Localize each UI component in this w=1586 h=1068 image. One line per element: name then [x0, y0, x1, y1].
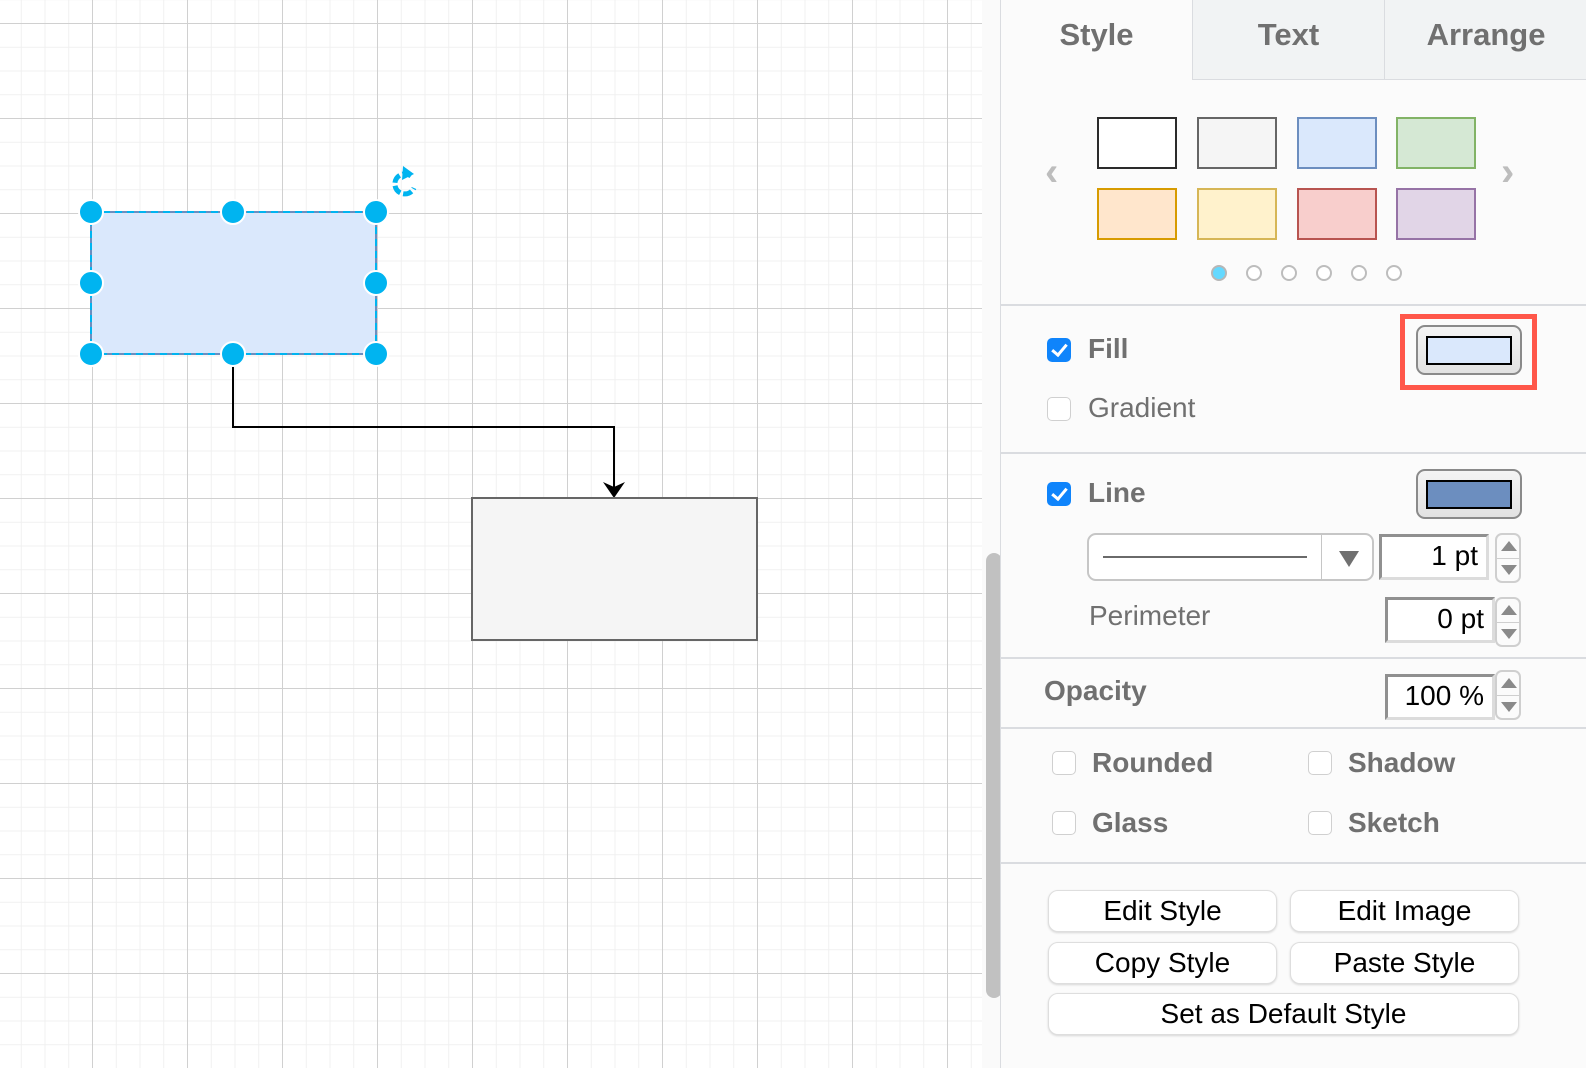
stepper-divider [1497, 622, 1519, 623]
line-width-input[interactable]: 1 pt [1379, 534, 1489, 580]
style-swatch[interactable] [1097, 188, 1177, 240]
stepper-down-icon[interactable] [1501, 565, 1517, 575]
select-separator [1321, 535, 1322, 581]
glass-label: Glass [1092, 807, 1169, 838]
swatch-page-dot[interactable] [1211, 265, 1227, 281]
style-swatch[interactable] [1297, 117, 1377, 169]
swatch-page-dot[interactable] [1316, 265, 1332, 281]
line-pattern-select[interactable] [1087, 533, 1374, 581]
selected-rectangle[interactable] [90, 211, 377, 355]
connector-edge[interactable] [232, 354, 615, 488]
resize-handle-se[interactable] [363, 341, 389, 367]
fill-color-swatch [1426, 336, 1512, 365]
tab-text[interactable]: Text [1192, 0, 1384, 80]
section-divider [1001, 657, 1586, 659]
gradient-checkbox[interactable] [1047, 397, 1071, 421]
swatch-page-dot[interactable] [1246, 265, 1262, 281]
section-divider [1001, 452, 1586, 454]
resize-handle-n[interactable] [220, 199, 246, 225]
diagram-canvas[interactable] [0, 0, 982, 1068]
line-pattern-preview [1103, 556, 1307, 558]
style-swatch[interactable] [1197, 188, 1277, 240]
style-swatch[interactable] [1197, 117, 1277, 169]
glass-checkbox[interactable] [1052, 811, 1076, 835]
dropdown-triangle-icon [1339, 551, 1359, 567]
copy-style-button[interactable]: Copy Style [1048, 942, 1277, 984]
opacity-input[interactable]: 100 % [1385, 674, 1495, 720]
resize-handle-ne[interactable] [363, 199, 389, 225]
sketch-checkbox[interactable] [1308, 811, 1332, 835]
line-color-button[interactable] [1416, 469, 1522, 519]
style-swatch[interactable] [1297, 188, 1377, 240]
stepper-up-icon[interactable] [1501, 605, 1517, 615]
opacity-stepper[interactable] [1495, 670, 1521, 720]
perimeter-input[interactable]: 0 pt [1385, 597, 1495, 643]
paste-style-button[interactable]: Paste Style [1290, 942, 1519, 984]
opacity-label: Opacity [1044, 675, 1147, 706]
rotate-icon[interactable] [392, 166, 417, 197]
edit-style-button[interactable]: Edit Style [1048, 890, 1277, 932]
resize-handle-e[interactable] [363, 270, 389, 296]
section-divider [1001, 862, 1586, 864]
style-swatch[interactable] [1097, 117, 1177, 169]
tab-arrange[interactable]: Arrange [1384, 0, 1586, 80]
line-width-stepper[interactable] [1495, 533, 1521, 583]
stepper-down-icon[interactable] [1501, 629, 1517, 639]
swatch-page-dot[interactable] [1386, 265, 1402, 281]
edit-image-button[interactable]: Edit Image [1290, 890, 1519, 932]
stepper-up-icon[interactable] [1501, 678, 1517, 688]
sketch-label: Sketch [1348, 807, 1440, 838]
format-panel: Style Text Arrange ‹ › Fill Gradient Lin… [1000, 0, 1586, 1068]
stepper-down-icon[interactable] [1501, 702, 1517, 712]
fill-color-button[interactable] [1416, 325, 1522, 375]
perimeter-label: Perimeter [1089, 600, 1211, 631]
style-swatch[interactable] [1396, 188, 1476, 240]
resize-handle-s[interactable] [220, 341, 246, 367]
target-rectangle[interactable] [471, 497, 758, 641]
swatches-prev-button[interactable]: ‹ [1045, 152, 1058, 192]
rounded-label: Rounded [1092, 747, 1214, 778]
stepper-divider [1497, 558, 1519, 559]
line-color-swatch [1426, 480, 1512, 509]
resize-handle-nw[interactable] [78, 199, 104, 225]
shadow-label: Shadow [1348, 747, 1456, 778]
fill-checkbox[interactable] [1047, 338, 1071, 362]
swatches-next-button[interactable]: › [1501, 152, 1514, 192]
panel-tabs: Style Text Arrange [1001, 0, 1586, 80]
line-label: Line [1088, 477, 1146, 508]
resize-handle-sw[interactable] [78, 341, 104, 367]
line-checkbox[interactable] [1047, 482, 1071, 506]
style-swatch[interactable] [1396, 117, 1476, 169]
stepper-divider [1497, 695, 1519, 696]
tab-style[interactable]: Style [1001, 0, 1192, 80]
fill-label: Fill [1088, 333, 1129, 364]
shadow-checkbox[interactable] [1308, 751, 1332, 775]
swatch-page-dot[interactable] [1281, 265, 1297, 281]
resize-handle-w[interactable] [78, 270, 104, 296]
diagram-svg [78, 166, 758, 641]
swatch-page-dot[interactable] [1351, 265, 1367, 281]
rounded-checkbox[interactable] [1052, 751, 1076, 775]
section-divider [1001, 304, 1586, 306]
section-divider [1001, 727, 1586, 729]
set-default-style-button[interactable]: Set as Default Style [1048, 993, 1519, 1035]
gradient-label: Gradient [1088, 392, 1196, 423]
stepper-up-icon[interactable] [1501, 541, 1517, 551]
perimeter-stepper[interactable] [1495, 597, 1521, 647]
